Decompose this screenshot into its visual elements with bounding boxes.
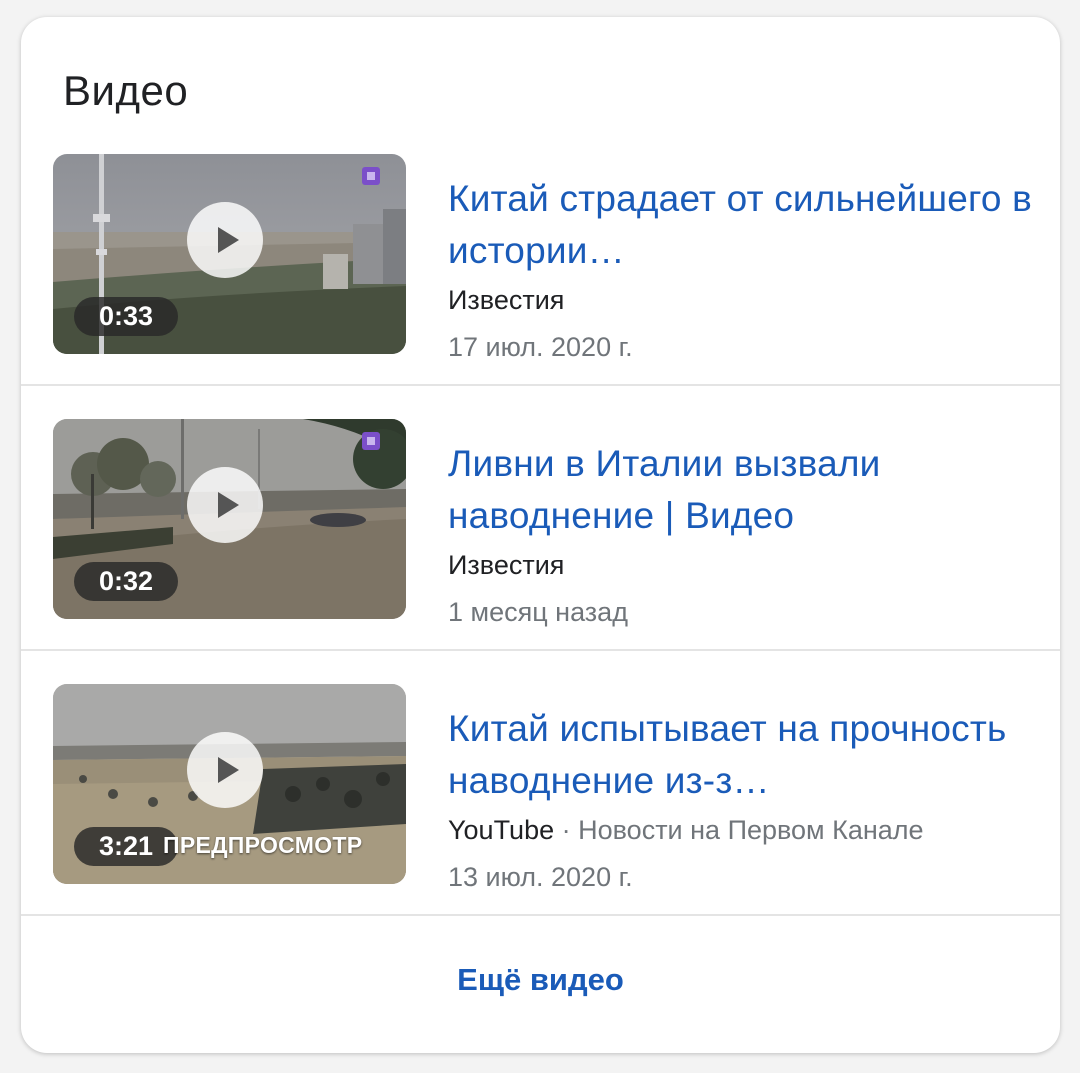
video-source: YouTube · Новости на Первом Канале [448,815,924,846]
preview-label: ПРЕДПРОСМОТР [163,832,363,858]
video-thumbnail[interactable]: 3:21 ПРЕДПРОСМОТР [53,684,406,884]
video-result-3[interactable]: 3:21 ПРЕДПРОСМОТР Китай испытывает на пр… [21,651,1060,916]
channel-name: · Новости на Первом Канале [561,815,924,845]
video-date: 1 месяц назад [448,597,628,627]
source-name: Известия [448,285,565,315]
play-icon[interactable] [187,467,263,543]
video-thumbnail[interactable]: 0:33 [53,154,406,354]
source-name: YouTube [448,815,555,845]
source-name: Известия [448,550,565,580]
duration-badge: 0:33 [74,297,178,336]
video-source: Известия [448,285,564,316]
badge-icon [361,166,381,186]
badge-icon [361,431,381,451]
video-results-card: Видео 0:33 Китай страдает от сильнейшего… [21,17,1060,1053]
section-title: Видео [63,67,189,114]
video-thumbnail[interactable]: 0:32 [53,419,406,619]
video-date: 13 июл. 2020 г. [448,862,633,892]
video-date: 17 июл. 2020 г. [448,332,633,362]
duration-badge: 0:32 [74,562,178,601]
more-videos-link[interactable]: Ещё видео [21,962,1060,998]
divider [21,914,1060,916]
video-source: Известия [448,550,564,581]
play-icon[interactable] [187,202,263,278]
video-result-1[interactable]: 0:33 Китай страдает от сильнейшего в ист… [21,121,1060,386]
video-title-link[interactable]: Китай страдает от сильнейшего в истории… [448,173,1038,277]
video-title-link[interactable]: Китай испытывает на прочность наводнение… [448,703,1038,807]
video-result-2[interactable]: 0:32 Ливни в Италии вызвали наводнение |… [21,386,1060,651]
play-icon[interactable] [187,732,263,808]
video-title-link[interactable]: Ливни в Италии вызвали наводнение | Виде… [448,438,1038,542]
